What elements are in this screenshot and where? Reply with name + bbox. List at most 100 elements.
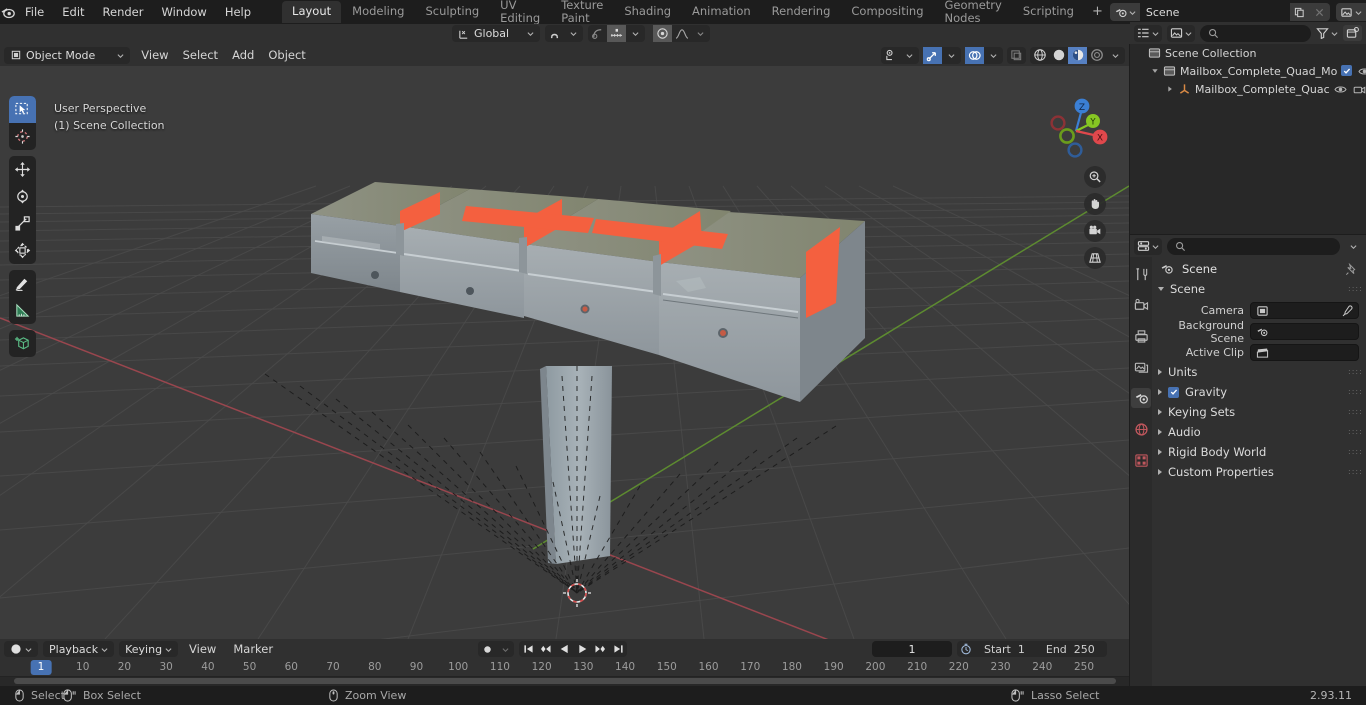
outliner-row[interactable]: Scene Collection [1130, 44, 1366, 62]
eyedropper-icon[interactable] [1341, 304, 1353, 317]
add-workspace-button[interactable]: + [1085, 1, 1110, 23]
scene-name-field[interactable]: Scene [1139, 3, 1290, 21]
timeline-scroll-area[interactable] [0, 677, 1129, 686]
camera-view-button[interactable] [1084, 220, 1106, 242]
start-frame-value[interactable]: 1 [1016, 643, 1037, 656]
stopwatch-icon[interactable] [957, 641, 975, 657]
chevron-down-icon[interactable] [496, 641, 514, 657]
x-icon[interactable] [1309, 3, 1330, 21]
texture-tab[interactable] [1131, 450, 1151, 470]
properties-panel-header[interactable]: Custom Properties:::: [1152, 462, 1366, 482]
render-camera-icon[interactable] [1353, 84, 1366, 95]
panel-expand-icon[interactable] [1158, 469, 1162, 475]
panel-expand-icon[interactable] [1158, 409, 1162, 415]
panel-expand-icon[interactable] [1158, 369, 1162, 375]
world-tab[interactable] [1131, 419, 1151, 439]
panel-drag-handle[interactable]: :::: [1348, 285, 1362, 293]
menu-window[interactable]: Window [152, 3, 215, 22]
record-icon[interactable] [478, 641, 496, 657]
object-mode-dropdown[interactable]: Object Mode [4, 46, 131, 64]
playback-transport[interactable] [519, 641, 627, 657]
workspace-tab-rendering[interactable]: Rendering [762, 1, 841, 23]
shading-material-preview-icon[interactable] [1068, 46, 1087, 64]
workspace-tab-animation[interactable]: Animation [682, 1, 761, 23]
properties-panel-header[interactable]: Gravity:::: [1152, 382, 1366, 402]
overlays-icon[interactable] [965, 46, 984, 64]
timeline-editor-type-dropdown[interactable] [4, 641, 38, 657]
rotate-tool[interactable] [9, 183, 36, 210]
timeline-playhead[interactable]: 1 [30, 660, 52, 675]
gizmo-dropdown[interactable] [923, 46, 961, 64]
timeline-marker-menu[interactable]: Marker [227, 640, 279, 658]
proportional-falloff-toggle-icon[interactable] [653, 25, 673, 42]
properties-options-dropdown[interactable] [1345, 243, 1362, 250]
panel-drag-handle[interactable]: :::: [1348, 408, 1362, 416]
properties-editor-type-dropdown[interactable] [1134, 237, 1162, 255]
jump-to-start-icon[interactable] [519, 641, 537, 657]
shading-solid-icon[interactable] [1049, 47, 1068, 64]
workspace-tab-layout[interactable]: Layout [282, 1, 342, 23]
shading-mode-group[interactable] [1030, 46, 1125, 64]
visibility-eye-icon[interactable] [1358, 66, 1366, 77]
prev-keyframe-icon[interactable] [537, 641, 555, 657]
chevron-down-icon[interactable] [984, 47, 1003, 64]
properties-panel-header[interactable]: Audio:::: [1152, 422, 1366, 442]
falloff-group[interactable] [653, 25, 711, 42]
measure-tool[interactable] [9, 297, 36, 324]
scene-icon[interactable] [1109, 3, 1140, 21]
current-frame-field[interactable]: 1 [872, 641, 952, 657]
toggle-perspective-button[interactable] [1084, 247, 1106, 269]
smooth-falloff-icon[interactable] [672, 25, 691, 42]
tool-tab[interactable] [1131, 264, 1151, 284]
move-tool[interactable] [9, 156, 36, 183]
chevron-down-icon[interactable] [942, 47, 961, 64]
scale-tool[interactable] [9, 210, 36, 237]
menu-render[interactable]: Render [94, 3, 153, 22]
chevron-down-icon[interactable] [564, 25, 583, 42]
chevron-down-icon[interactable] [1106, 47, 1125, 64]
play-reverse-icon[interactable] [555, 641, 573, 657]
property-input[interactable] [1250, 302, 1359, 319]
properties-panel-header[interactable]: Keying Sets:::: [1152, 402, 1366, 422]
scene-selector[interactable]: Scene [1109, 3, 1330, 21]
3d-viewport-canvas[interactable]: User Perspective (1) Scene Collection Z … [0, 66, 1129, 639]
chevron-down-icon[interactable] [900, 47, 919, 64]
pin-icon[interactable] [1345, 262, 1358, 276]
menu-edit[interactable]: Edit [53, 3, 93, 22]
workspace-tab-shading[interactable]: Shading [614, 1, 681, 23]
workspace-tab-scripting[interactable]: Scripting [1013, 1, 1084, 23]
output-tab[interactable] [1131, 326, 1151, 346]
transform-tool[interactable] [9, 237, 36, 264]
view-layer-selector[interactable]: View Layer [1335, 3, 1366, 21]
zoom-view-button[interactable] [1084, 166, 1106, 188]
frame-range-group[interactable]: Start 1 End 250 [957, 641, 1107, 657]
cursor-tool[interactable] [9, 123, 36, 150]
snap-group[interactable] [545, 25, 584, 42]
workspace-tab-modeling[interactable]: Modeling [342, 1, 414, 23]
viewport-menu-select[interactable]: Select [176, 46, 225, 64]
playback-dropdown[interactable]: Playback [43, 641, 115, 657]
panel-drag-handle[interactable]: :::: [1348, 388, 1362, 396]
object-types-visibility-dropdown[interactable] [881, 46, 919, 64]
menu-help[interactable]: Help [216, 3, 260, 22]
workspace-tab-compositing[interactable]: Compositing [841, 1, 933, 23]
view-layer-tab[interactable] [1131, 357, 1151, 377]
expand-triangle-icon[interactable] [1166, 85, 1174, 93]
blender-logo-icon[interactable] [0, 0, 16, 24]
timeline-horizontal-scrollbar[interactable] [14, 678, 1116, 684]
add-cube-tool[interactable] [9, 330, 36, 357]
property-input[interactable] [1250, 323, 1359, 340]
panel-drag-handle[interactable]: :::: [1348, 428, 1362, 436]
outliner-row[interactable]: Mailbox_Complete_Quad_Mo [1130, 62, 1366, 80]
row-checkbox[interactable] [1341, 65, 1353, 78]
panel-expand-icon[interactable] [1158, 389, 1162, 395]
timeline-ruler[interactable]: 10 20 30 40 50 60 70 80 90 100 110 120 130 140 150 160 1… [0, 659, 1129, 677]
outliner-display-mode-dropdown[interactable] [1134, 24, 1162, 42]
auto-keying-group[interactable] [478, 641, 514, 657]
panel-expand-icon[interactable] [1158, 429, 1162, 435]
new-collection-button[interactable] [1343, 25, 1362, 41]
shading-rendered-icon[interactable] [1087, 47, 1106, 64]
snap-increment-icon[interactable] [607, 25, 627, 42]
view-layer-icon[interactable] [1335, 3, 1366, 21]
tweak-select-tool[interactable] [9, 96, 36, 123]
